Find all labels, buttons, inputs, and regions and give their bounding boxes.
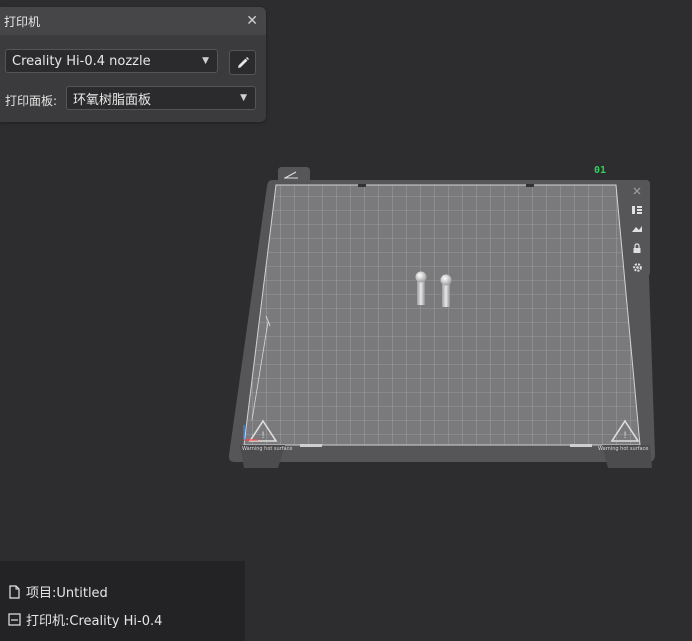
svg-text:!: ! [261,431,265,441]
model-object[interactable] [440,274,452,308]
viewport-3d[interactable]: ! ! Warning hot surface Warning hot surf… [0,0,692,641]
project-name: 项目:Untitled [26,586,108,601]
status-panel: 项目:Untitled 打印机:Creality Hi-0.4 [0,561,245,641]
warning-text-left: Warning hot surface [242,446,292,452]
lock-icon[interactable] [628,240,646,256]
file-icon [9,584,20,599]
build-plate[interactable]: ! ! Warning hot surface Warning hot surf… [0,0,692,641]
model-object[interactable] [415,271,427,306]
plate-tab [278,167,310,181]
printer-icon [8,613,21,626]
project-status[interactable]: 项目:Untitled [8,582,108,601]
arrange-icon[interactable] [628,202,646,218]
svg-text:!: ! [623,431,627,441]
gear-icon[interactable] [628,259,646,275]
plate-index-label: 01 [594,165,607,176]
warning-text-right: Warning hot surface [598,446,648,452]
auto-orient-icon[interactable] [628,221,646,237]
remove-plate-icon[interactable] [628,183,646,199]
plate-toolbar [624,183,650,275]
printer-name: 打印机:Creality Hi-0.4 [26,614,163,629]
printer-status[interactable]: 打印机:Creality Hi-0.4 [8,610,162,629]
